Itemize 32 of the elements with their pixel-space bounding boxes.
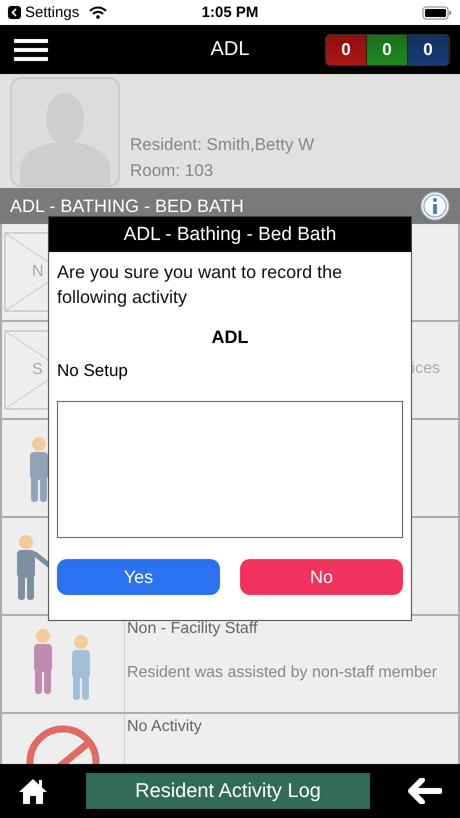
- section-title: ADL - BATHING - BED BATH: [10, 196, 244, 216]
- footer-title: Resident Activity Log: [86, 773, 370, 809]
- screen-title: ADL: [210, 38, 250, 61]
- status-time: 1:05 PM: [202, 4, 258, 21]
- activity-description: Resident was assisted by non-staff member: [127, 664, 438, 682]
- placeholder-text: N: [31, 263, 44, 281]
- activity-name: ADL: [212, 327, 248, 348]
- activity-title: No Activity: [127, 718, 203, 736]
- notes-field[interactable]: [57, 401, 403, 538]
- count-badge: 0: [408, 34, 449, 64]
- room-number: Room: 103: [130, 161, 214, 181]
- wifi-icon: [89, 6, 108, 19]
- activity-text: ices: [412, 360, 440, 378]
- activity-row[interactable]: Non - Facility Staff Resident was assisted by non-staff member: [0, 616, 460, 714]
- back-icon[interactable]: [8, 6, 21, 19]
- info-icon[interactable]: [420, 191, 450, 221]
- yes-button[interactable]: Yes: [57, 559, 220, 595]
- battery-icon: [422, 6, 452, 20]
- count-badge: 0: [326, 34, 367, 64]
- setup-text: No Setup: [57, 361, 129, 381]
- count-badge: 0: [367, 34, 408, 64]
- placeholder-text: S: [31, 361, 43, 379]
- no-button[interactable]: No: [240, 559, 403, 595]
- menu-icon[interactable]: [14, 38, 48, 62]
- dialog-title: ADL - Bathing - Bed Bath: [49, 217, 411, 252]
- activity-title: Non - Facility Staff: [127, 620, 258, 638]
- activity-row[interactable]: No Activity: [0, 714, 460, 764]
- back-arrow-icon[interactable]: [408, 778, 442, 804]
- back-label[interactable]: Settings: [25, 4, 80, 21]
- home-icon[interactable]: [18, 777, 48, 805]
- resident-name: Resident: Smith,Betty W: [130, 135, 314, 155]
- dialog-message: Are you sure you want to record the following activity: [57, 261, 344, 309]
